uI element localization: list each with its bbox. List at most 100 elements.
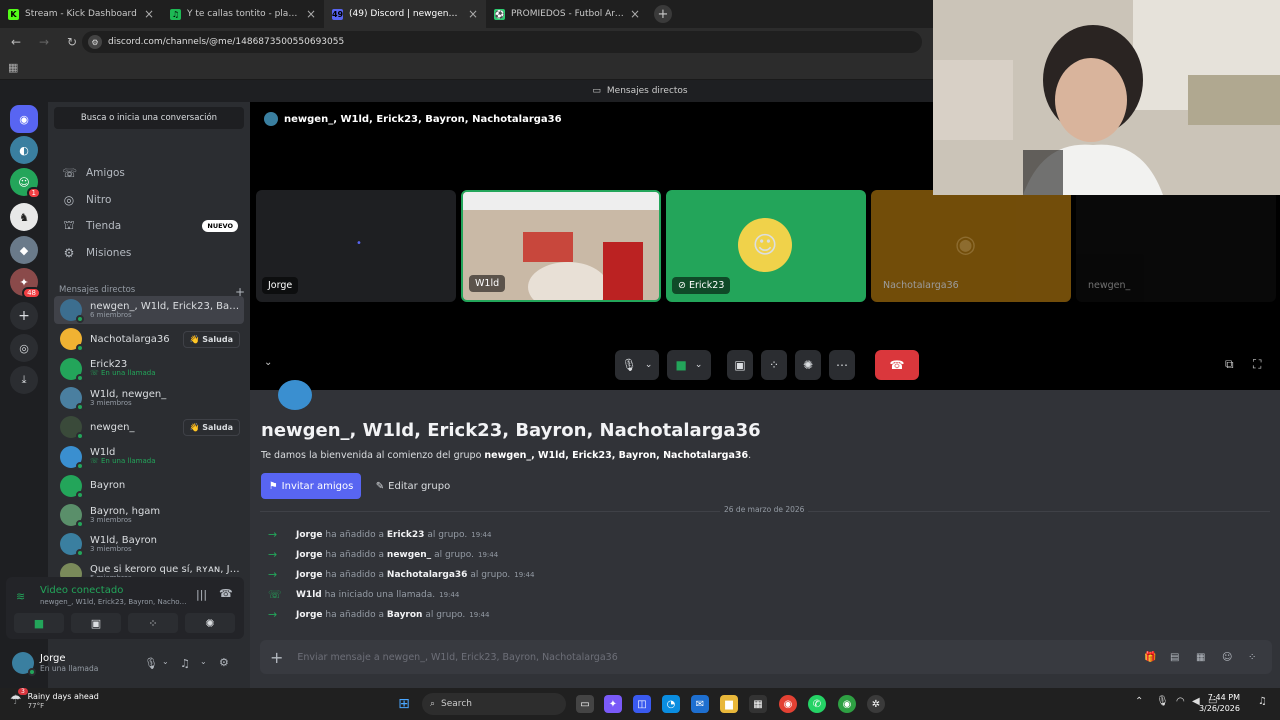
reload-icon[interactable]: ↻ xyxy=(64,35,80,49)
fullscreen-icon[interactable]: ⛶ xyxy=(1253,357,1261,372)
attach-plus-icon[interactable]: + xyxy=(270,648,283,667)
mute-button[interactable]: 🎙 ⌄ xyxy=(615,350,659,380)
apps-icon[interactable]: ⁘ xyxy=(1248,652,1256,663)
browser-tab[interactable]: ⚽ PROMIEDOS - Futbol Argentino × xyxy=(486,0,648,28)
dm-search-button[interactable]: Busca o inicia una conversación xyxy=(54,107,244,129)
tab-title: Y te callas tontito - playlist by J xyxy=(187,9,300,19)
gif-icon[interactable]: ▤ xyxy=(1170,652,1179,663)
nav-item-tienda[interactable]: ⛫ Tienda NUEVO xyxy=(54,214,244,238)
video-button[interactable]: ■ ⌄ xyxy=(667,350,711,380)
disconnect-icon[interactable]: ☎ xyxy=(219,587,233,600)
screen-share-button[interactable]: ▣ xyxy=(727,350,753,380)
weather-widget[interactable]: ☂ 3 Rainy days ahead 77°F xyxy=(10,688,99,710)
voice-status-panel: ≋ Video conectado newgen_, W1ld, Erick23… xyxy=(6,577,244,639)
nav-item-amigos[interactable]: ☏ Amigos xyxy=(54,161,244,185)
gear-icon[interactable]: ⚙ xyxy=(219,656,229,669)
taskbar-search[interactable]: ⌕ Search xyxy=(422,693,566,715)
popout-icon[interactable]: ⧉ xyxy=(1225,357,1234,372)
wifi-icon[interactable]: ◠ xyxy=(1176,696,1185,707)
chrome-icon[interactable]: ◉ xyxy=(779,695,797,713)
dm-list-item[interactable]: W1ld, newgen_ 3 miembros xyxy=(54,384,244,412)
participant-tile[interactable]: newgen_ xyxy=(1076,190,1276,302)
windows-start-icon[interactable]: ⊞ xyxy=(395,695,413,713)
message-composer[interactable]: + Enviar mensaje a newgen_, W1ld, Erick2… xyxy=(260,640,1272,674)
soundboard-button[interactable]: ✺ xyxy=(185,613,235,633)
invite-friends-button[interactable]: ⚑ Invitar amigos xyxy=(261,473,361,499)
browser-tab[interactable]: 49 (49) Discord | newgen_, W1l × xyxy=(324,0,486,28)
camera-toggle-button[interactable]: ■ xyxy=(14,613,64,633)
add-server-icon[interactable]: + xyxy=(10,302,38,330)
chevron-down-icon[interactable]: ⌄ xyxy=(162,657,169,666)
participant-tile[interactable]: ☺ ⊘ Erick23 xyxy=(666,190,866,302)
dm-list-item[interactable]: newgen_, W1ld, Erick23, Bayron... 6 miemb… xyxy=(54,296,244,324)
system-clock[interactable]: 7:44 PM 3/26/2026 xyxy=(1199,693,1240,715)
wave-button[interactable]: 👋 Saluda xyxy=(182,418,240,436)
close-tab-icon[interactable]: × xyxy=(144,7,154,21)
dm-list-item[interactable]: W1ld, Bayron 3 miembros xyxy=(54,530,244,558)
file-explorer-icon[interactable]: ▆ xyxy=(720,695,738,713)
server-icon[interactable]: ◆ xyxy=(10,236,38,264)
dm-list-item[interactable]: Bayron, hgam 3 miembros xyxy=(54,501,244,529)
app-icon[interactable]: ◫ xyxy=(633,695,651,713)
dm-list-item[interactable]: Bayron xyxy=(54,472,244,500)
chrome-profile-icon[interactable]: ◉ xyxy=(838,695,856,713)
copilot-icon[interactable]: ✦ xyxy=(604,695,622,713)
chevron-down-icon[interactable]: ⌄ xyxy=(200,657,207,666)
close-tab-icon[interactable]: × xyxy=(306,7,316,21)
notification-bell-icon[interactable]: ♫ xyxy=(1258,696,1267,707)
server-icon[interactable]: ✦ 48 xyxy=(10,268,41,299)
store-icon[interactable]: ▦ xyxy=(749,695,767,713)
browser-tab[interactable]: ♫ Y te callas tontito - playlist by J × xyxy=(162,0,324,28)
new-tab-button[interactable]: + xyxy=(654,5,672,23)
more-options-button[interactable]: ⋯ xyxy=(829,350,855,380)
dm-list-item[interactable]: Nachotalarga36 👋 Saluda xyxy=(54,325,244,353)
url-text: discord.com/channels/@me/148687350055069… xyxy=(108,37,345,47)
whatsapp-icon[interactable]: ✆ xyxy=(808,695,826,713)
discord-home-icon[interactable]: ◉ xyxy=(10,105,38,133)
headphones-icon[interactable]: ♫ xyxy=(180,657,190,670)
edge-icon[interactable]: ◔ xyxy=(662,695,680,713)
emoji-icon[interactable]: ☺ xyxy=(1222,652,1232,663)
screen-share-button[interactable]: ▣ xyxy=(71,613,121,633)
dm-list-item[interactable]: Erick23 ☏ En una llamada xyxy=(54,355,244,383)
activities-button[interactable]: ⁘ xyxy=(128,613,178,633)
microphone-icon[interactable]: 🎙 xyxy=(144,657,158,670)
wave-button[interactable]: 👋 Saluda xyxy=(182,330,240,348)
app-icon[interactable]: ✲ xyxy=(867,695,885,713)
participant-tile[interactable]: • Jorge xyxy=(256,190,456,302)
task-view-icon[interactable]: ▭ xyxy=(576,695,594,713)
apps-grid-icon[interactable]: ▦ xyxy=(8,61,18,74)
tray-chevron-icon[interactable]: ⌃ xyxy=(1135,696,1143,707)
download-icon[interactable]: ⤓ xyxy=(10,366,38,394)
soundboard-button[interactable]: ✺ xyxy=(795,350,821,380)
signal-icon[interactable]: ≋ xyxy=(16,590,25,603)
nav-item-misiones[interactable]: ⚙ Misiones xyxy=(54,241,244,265)
address-input[interactable]: ⚙ discord.com/channels/@me/1486873500550… xyxy=(82,31,922,53)
nav-item-nitro[interactable]: ◎ Nitro xyxy=(54,188,244,212)
forward-icon[interactable]: → xyxy=(36,35,52,49)
dm-list-item[interactable]: newgen_ 👋 Saluda xyxy=(54,413,244,441)
site-info-icon[interactable]: ⚙ xyxy=(88,35,102,49)
dm-list-item[interactable]: W1ld ☏ En una llamada xyxy=(54,443,244,471)
participant-tile[interactable]: W1ld xyxy=(461,190,661,302)
server-icon[interactable]: ◐ xyxy=(10,136,38,164)
sticker-icon[interactable]: ▦ xyxy=(1196,652,1205,663)
discover-icon[interactable]: ◎ xyxy=(10,334,38,362)
tab-favicon-icon: 49 xyxy=(331,8,344,20)
server-icon[interactable]: ☺ 1 xyxy=(10,168,41,199)
close-tab-icon[interactable]: × xyxy=(630,7,640,21)
noise-suppression-icon[interactable]: ||| xyxy=(196,588,207,601)
back-icon[interactable]: ← xyxy=(8,35,24,49)
browser-tab[interactable]: K Stream - Kick Dashboard × xyxy=(0,0,162,28)
activities-button[interactable]: ⁘ xyxy=(761,350,787,380)
collapse-chevron-icon[interactable]: ⌄ xyxy=(264,357,272,368)
server-icon[interactable]: ♞ xyxy=(10,203,38,231)
avatar[interactable] xyxy=(12,652,36,676)
close-tab-icon[interactable]: × xyxy=(468,7,478,21)
outlook-icon[interactable]: ✉ xyxy=(691,695,709,713)
microphone-tray-icon[interactable]: 🎙 xyxy=(1156,696,1169,707)
participant-tile[interactable]: ◉ Nachotalarga36 xyxy=(871,190,1071,302)
hang-up-button[interactable]: ☎ xyxy=(875,350,919,380)
gift-icon[interactable]: 🎁 xyxy=(1144,652,1156,663)
edit-group-button[interactable]: ✎ Editar grupo xyxy=(371,473,455,499)
